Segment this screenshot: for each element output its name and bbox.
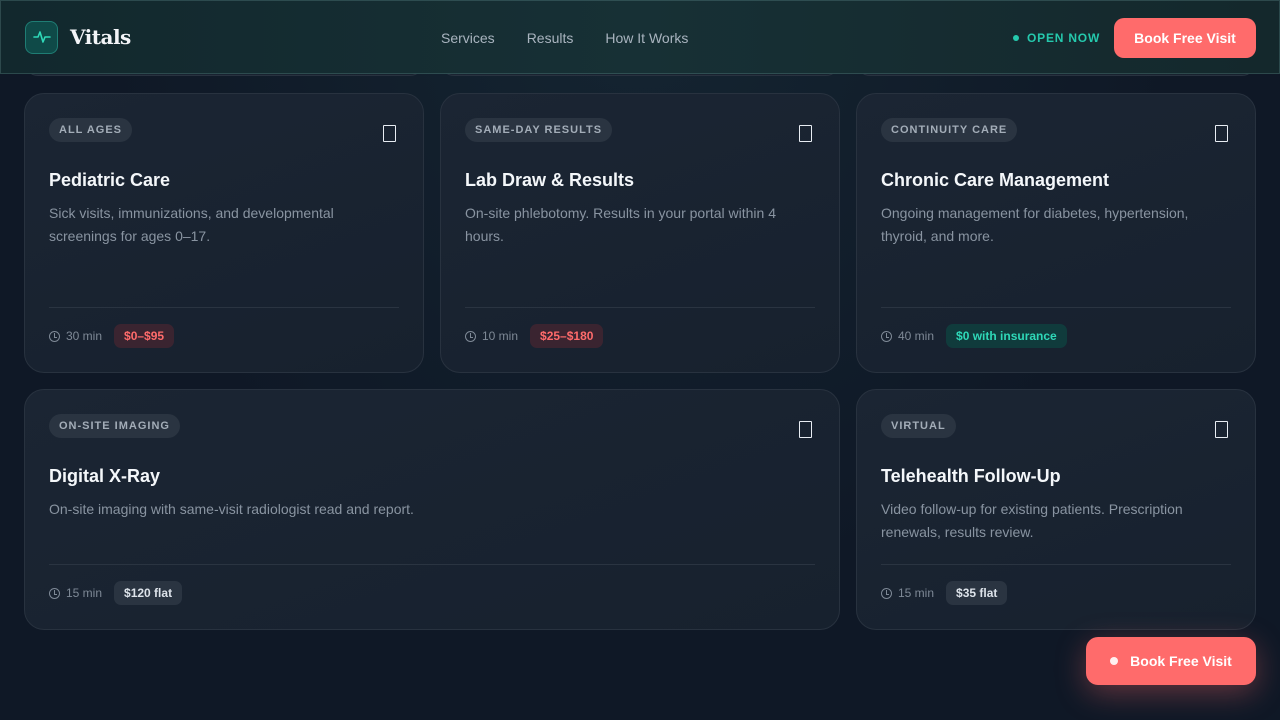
bookmark-icon[interactable] — [799, 125, 812, 142]
nav-link-results[interactable]: Results — [527, 30, 574, 46]
logo-text[interactable]: Vitals — [70, 25, 131, 49]
site-header: Vitals Services Results How It Works OPE… — [0, 0, 1280, 74]
service-card-telehealth[interactable]: VIRTUAL Telehealth Follow-Up Video follo… — [856, 389, 1256, 630]
duration-label: 10 min — [482, 329, 519, 343]
nav-link-services[interactable]: Services — [441, 30, 495, 46]
card-title: Telehealth Follow-Up — [881, 466, 1061, 486]
nav-link-how-it-works[interactable]: How It Works — [605, 30, 688, 46]
card-title: Chronic Care Management — [881, 170, 1110, 190]
card-meta: 10 min $25–$180 — [465, 324, 604, 348]
card-divider — [881, 564, 1231, 565]
card-tag: SAME-DAY RESULTS — [465, 118, 613, 142]
floating-book-button[interactable]: Book Free Visit — [1086, 637, 1256, 685]
card-title: Pediatric Care — [49, 170, 171, 190]
floating-book-label: Book Free Visit — [1130, 653, 1232, 669]
card-meta: 15 min $120 flat — [49, 581, 183, 605]
card-description: Ongoing management for diabetes, hyperte… — [881, 205, 1189, 244]
clock-icon — [49, 587, 60, 599]
duration: 40 min — [881, 329, 934, 343]
clock-icon — [881, 330, 892, 342]
card-title: Digital X-Ray — [49, 466, 161, 486]
card-description: On-site imaging with same-visit radiolog… — [49, 501, 414, 517]
duration: 30 min — [49, 329, 102, 343]
duration: 15 min — [49, 586, 102, 600]
card-meta: 40 min $0 with insurance — [881, 324, 1067, 348]
price-badge: $35 flat — [946, 581, 1008, 605]
duration-label: 15 min — [898, 586, 935, 600]
card-divider — [49, 564, 815, 565]
duration: 15 min — [881, 586, 934, 600]
card-tag: ON-SITE IMAGING — [49, 414, 180, 438]
card-divider — [465, 307, 815, 308]
bookmark-icon[interactable] — [1215, 125, 1228, 142]
price-badge: $120 flat — [114, 581, 183, 605]
card-meta: 15 min $35 flat — [881, 581, 1008, 605]
book-visit-button[interactable]: Book Free Visit — [1114, 18, 1256, 58]
open-status: OPEN NOW — [1013, 29, 1100, 47]
main-nav: Services Results How It Works — [441, 1, 688, 75]
card-tag: VIRTUAL — [881, 414, 956, 438]
price-badge: $25–$180 — [530, 324, 604, 348]
duration-label: 40 min — [898, 329, 935, 343]
logo-mark[interactable] — [25, 20, 58, 54]
open-status-label: OPEN NOW — [1027, 31, 1101, 45]
card-description: Sick visits, immunizations, and developm… — [49, 205, 334, 244]
service-card-lab[interactable]: SAME-DAY RESULTS Lab Draw & Results On-s… — [440, 93, 840, 373]
dot-icon — [1110, 657, 1119, 665]
card-meta: 30 min $0–$95 — [49, 324, 175, 348]
pulse-icon — [32, 31, 51, 43]
card-tag: ALL AGES — [49, 118, 133, 142]
service-card-chronic[interactable]: CONTINUITY CARE Chronic Care Management … — [856, 93, 1256, 373]
clock-icon — [49, 330, 60, 342]
duration-label: 15 min — [66, 586, 103, 600]
card-description: On-site phlebotomy. Results in your port… — [465, 205, 776, 244]
price-badge: $0–$95 — [114, 324, 175, 348]
duration-label: 30 min — [66, 329, 103, 343]
card-divider — [49, 307, 399, 308]
service-card-xray[interactable]: ON-SITE IMAGING Digital X-Ray On-site im… — [24, 389, 840, 630]
status-dot-icon — [1013, 35, 1019, 41]
price-badge: $0 with insurance — [946, 324, 1067, 348]
card-tag: CONTINUITY CARE — [881, 118, 1018, 142]
service-card-pediatric[interactable]: ALL AGES Pediatric Care Sick visits, imm… — [24, 93, 424, 373]
clock-icon — [465, 330, 476, 342]
card-divider — [881, 307, 1231, 308]
clock-icon — [881, 587, 892, 599]
duration: 10 min — [465, 329, 518, 343]
bookmark-icon[interactable] — [383, 125, 396, 142]
card-title: Lab Draw & Results — [465, 170, 635, 190]
card-description: Video follow-up for existing patients. P… — [881, 501, 1183, 540]
bookmark-icon[interactable] — [799, 421, 812, 438]
bookmark-icon[interactable] — [1215, 421, 1228, 438]
